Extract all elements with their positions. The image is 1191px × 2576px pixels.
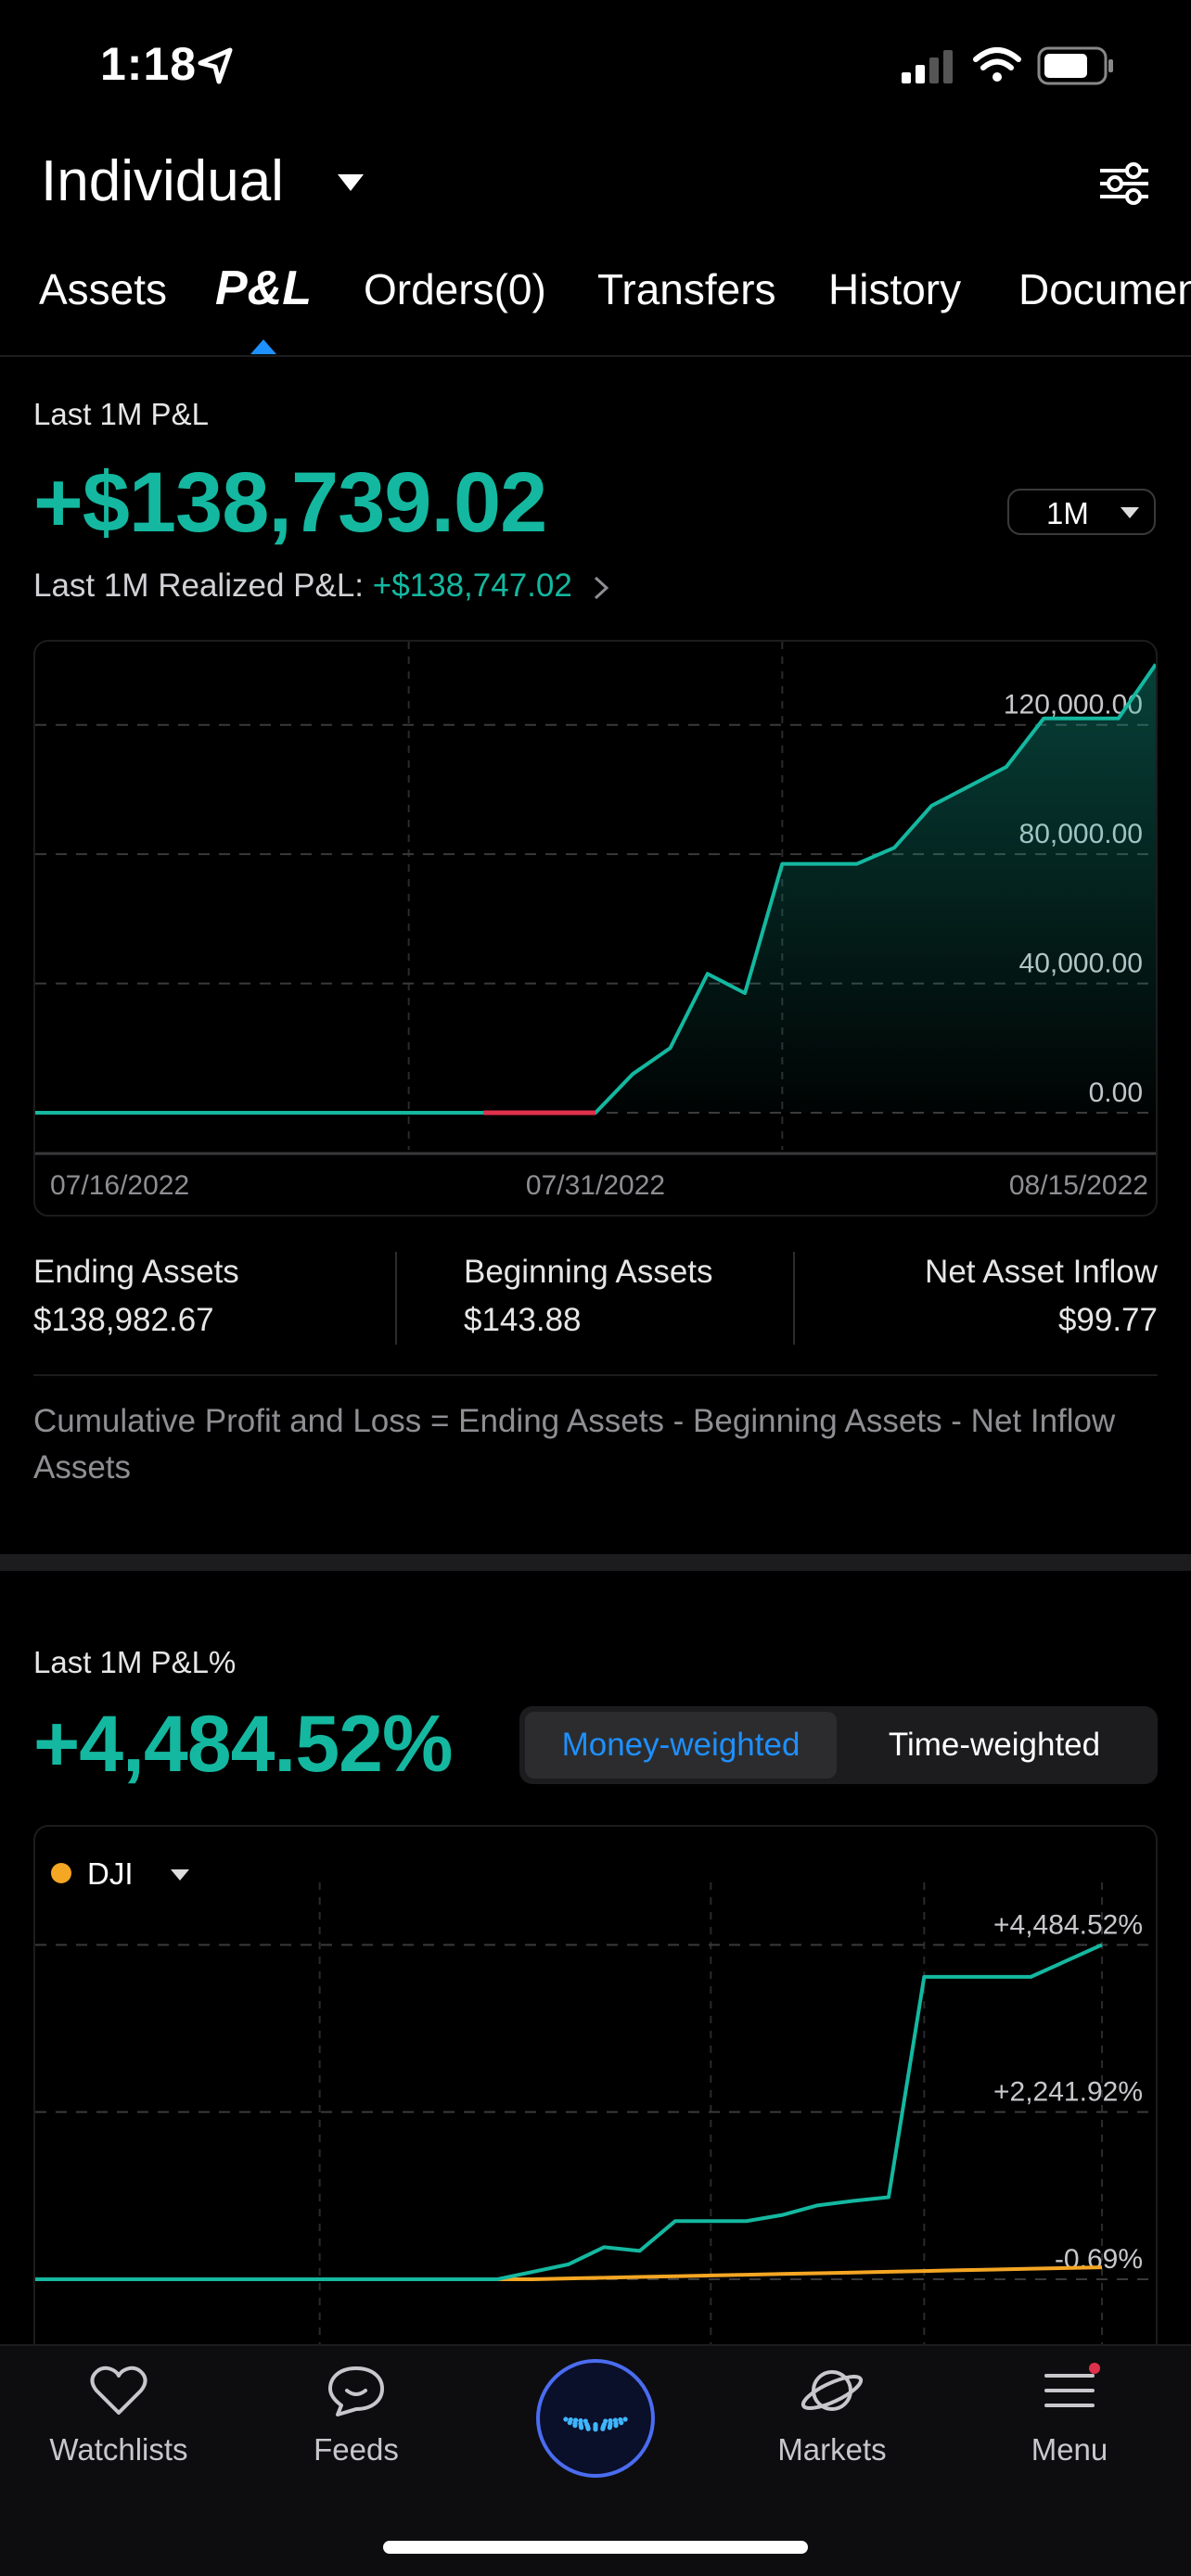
tab-pnl[interactable]: P&L xyxy=(215,261,312,316)
net-inflow-value: $99.77 xyxy=(1057,1302,1158,1338)
nav-watchlists-label: Watchlists xyxy=(49,2432,188,2467)
location-arrow-icon xyxy=(198,47,233,84)
home-indicator xyxy=(383,2541,808,2554)
heart-icon xyxy=(90,2366,147,2415)
weighting-toggle: Money-weighted Time-weighted xyxy=(519,1706,1158,1784)
nav-markets-label: Markets xyxy=(777,2432,887,2467)
nav-feeds-label: Feeds xyxy=(314,2432,399,2467)
nav-menu-label: Menu xyxy=(1031,2432,1108,2467)
logo-dot xyxy=(593,2422,598,2428)
battery-icon xyxy=(1037,46,1113,85)
account-selector[interactable]: Individual xyxy=(41,148,284,214)
caret-down-icon xyxy=(1121,507,1139,518)
home-logo-icon xyxy=(536,2359,655,2478)
logo-dot xyxy=(612,2417,618,2423)
money-weighted-button[interactable]: Money-weighted xyxy=(525,1712,837,1779)
divider xyxy=(33,1374,1158,1376)
ending-assets-label: Ending Assets xyxy=(33,1254,239,1290)
wifi-icon xyxy=(973,47,1021,82)
filter-settings-icon[interactable] xyxy=(1096,158,1152,210)
nav-feeds[interactable]: Feeds xyxy=(263,2363,449,2468)
logo-dot xyxy=(578,2417,583,2424)
pnl-title: Last 1M P&L xyxy=(33,397,209,431)
tab-history[interactable]: History xyxy=(828,264,961,314)
tab-assets[interactable]: Assets xyxy=(39,264,167,314)
nav-home-button[interactable] xyxy=(534,2357,657,2480)
x-tick-label: 07/16/2022 xyxy=(50,1170,189,1201)
realized-label: Last 1M Realized P&L: xyxy=(33,567,365,604)
tab-bar-top: Assets P&L Orders(0) Transfers History D… xyxy=(0,261,1191,357)
cellular-signal-icon xyxy=(902,50,953,83)
logo-dot xyxy=(573,2417,579,2423)
y-tick-label: +2,241.92% xyxy=(993,2077,1143,2108)
benchmark-label: DJI xyxy=(87,1856,134,1891)
range-selector[interactable]: 1M xyxy=(1007,489,1156,535)
x-tick-label: 07/31/2022 xyxy=(526,1170,665,1201)
active-tab-indicator xyxy=(250,339,276,354)
chat-bubble-icon xyxy=(328,2366,384,2417)
hamburger-menu-icon xyxy=(1044,2363,1100,2407)
beginning-assets-value: $143.88 xyxy=(464,1302,582,1338)
account-name: Individual xyxy=(41,149,284,213)
x-tick-label: 08/15/2022 xyxy=(1009,1170,1148,1201)
nav-menu[interactable]: Menu xyxy=(977,2363,1162,2468)
benchmark-dot-icon xyxy=(51,1863,71,1883)
logo-dot xyxy=(563,2417,569,2422)
range-label: 1M xyxy=(1046,496,1089,530)
realized-value: +$138,747.02 xyxy=(372,567,572,604)
time-weighted-label: Time-weighted xyxy=(888,1727,1101,1763)
pnl-value: +$138,739.02 xyxy=(33,455,547,550)
tab-orders[interactable]: Orders(0) xyxy=(364,264,546,314)
section-separator xyxy=(0,1554,1191,1571)
tab-divider xyxy=(0,355,1191,357)
logo-dot xyxy=(622,2417,628,2422)
tab-documents[interactable]: Documents xyxy=(1018,264,1191,314)
logo-dot xyxy=(618,2417,623,2423)
time-weighted-button[interactable]: Time-weighted xyxy=(837,1712,1152,1779)
chevron-right-icon xyxy=(594,576,608,599)
realized-pnl-link[interactable]: Last 1M Realized P&L: +$138,747.02 xyxy=(33,567,609,605)
status-time: 1:18 xyxy=(100,38,198,90)
pnl-area xyxy=(35,664,1156,1113)
pnl-formula-note: Cumulative Profit and Loss = Ending Asse… xyxy=(33,1403,1116,1486)
pnl-percent-title: Last 1M P&L% xyxy=(33,1645,237,1679)
logo-dot xyxy=(583,2418,588,2424)
caret-down-icon[interactable] xyxy=(336,172,365,193)
planet-icon xyxy=(800,2370,864,2411)
net-inflow-label: Net Asset Inflow xyxy=(925,1254,1158,1290)
logo-dot xyxy=(603,2418,608,2424)
stat-divider xyxy=(793,1252,795,1345)
ending-assets-value: $138,982.67 xyxy=(33,1302,214,1338)
y-tick-label: -0.69% xyxy=(1055,2244,1143,2275)
pnl-chart[interactable]: 0.0040,000.0080,000.00120,000.0007/16/20… xyxy=(33,640,1158,1217)
beginning-assets-label: Beginning Assets xyxy=(464,1254,713,1290)
pnl-percent-chart-svg: +4,484.52% +2,241.92% -0.69% xyxy=(35,1882,1156,2344)
stat-divider xyxy=(395,1252,397,1345)
nav-watchlists[interactable]: Watchlists xyxy=(26,2363,211,2468)
pnl-percent-value: +4,484.52% xyxy=(33,1700,453,1789)
pnl-chart-svg: 0.0040,000.0080,000.00120,000.0007/16/20… xyxy=(35,642,1156,1201)
money-weighted-label: Money-weighted xyxy=(561,1727,800,1763)
tab-transfers[interactable]: Transfers xyxy=(597,264,776,314)
caret-down-icon xyxy=(171,1869,189,1881)
nav-markets[interactable]: Markets xyxy=(739,2363,925,2468)
pnl-percent-chart[interactable]: +4,484.52% +2,241.92% -0.69% DJI xyxy=(33,1825,1158,2344)
y-tick-label: +4,484.52% xyxy=(993,1909,1143,1940)
logo-dot xyxy=(568,2417,573,2423)
logo-dot xyxy=(608,2417,613,2424)
